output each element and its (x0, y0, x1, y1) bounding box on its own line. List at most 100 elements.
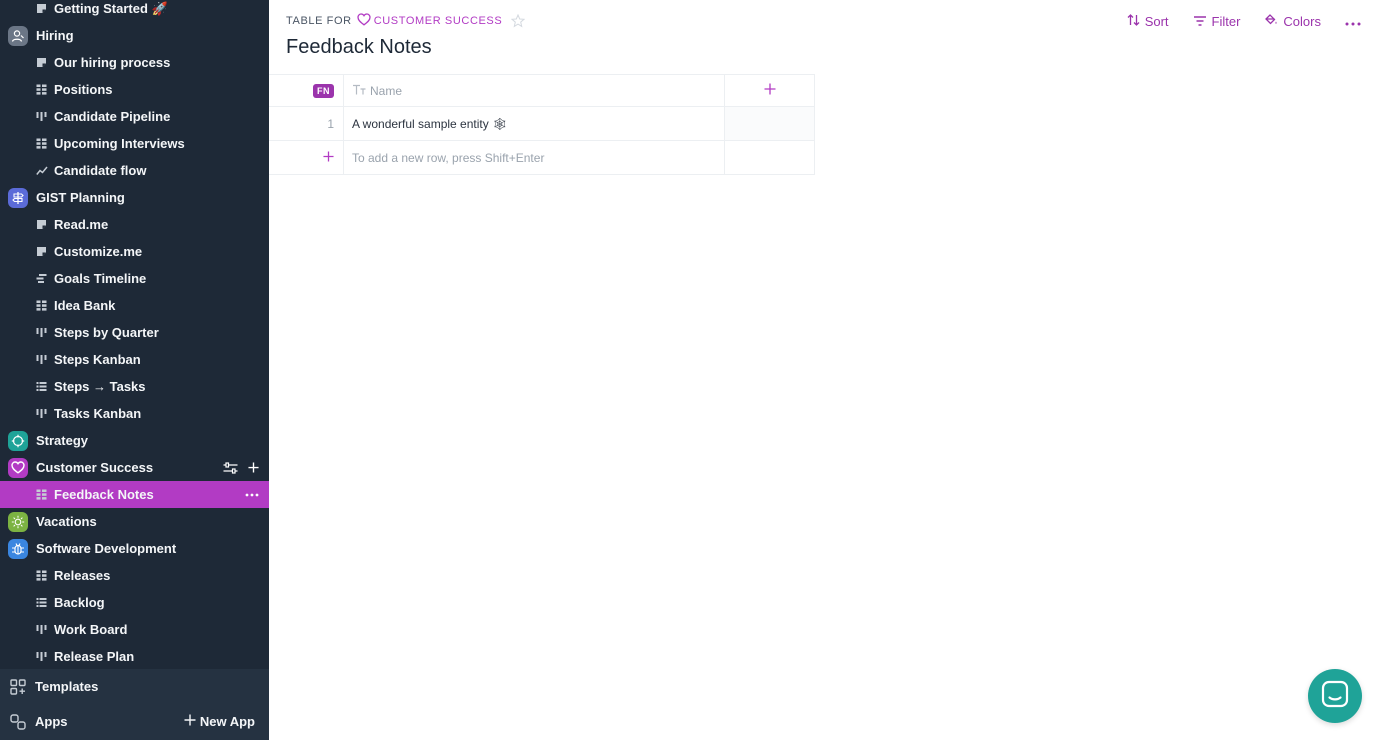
table-header-row: FN Name (269, 74, 815, 107)
sidebar-item-label: Candidate flow (54, 163, 147, 178)
sidebar-item-hiring[interactable]: Hiring (0, 22, 269, 49)
heart-icon (357, 13, 371, 29)
sidebar-item-releases[interactable]: Releases (0, 562, 269, 589)
row-number-header: FN (269, 75, 344, 106)
add-row-button[interactable] (269, 141, 344, 174)
sidebar-item-steps-by-quarter[interactable]: Steps by Quarter (0, 319, 269, 346)
sidebar-item-label: Customer Success (36, 460, 154, 475)
kanban-icon (35, 650, 48, 663)
sidebar-item-candidate-pipeline[interactable]: Candidate Pipeline (0, 103, 269, 130)
filter-label: Filter (1211, 13, 1241, 29)
person-icon (8, 25, 28, 46)
sidebar-item-label: Hiring (36, 28, 74, 43)
kanban-icon (35, 110, 48, 123)
breadcrumb-prefix: TABLE FOR (286, 15, 352, 27)
templates-label: Templates (35, 679, 99, 694)
sidebar-item-tasks-kanban[interactable]: Tasks Kanban (0, 400, 269, 427)
sidebar-item-label: Steps by Quarter (54, 325, 159, 340)
cell-name[interactable]: A wonderful sample entity 🕸 (344, 107, 725, 140)
sidebar-item-goals-timeline[interactable]: Goals Timeline (0, 265, 269, 292)
chat-support-button[interactable] (1308, 669, 1362, 723)
row-number: 1 (269, 107, 344, 140)
table-grid: FN Name 1 A wonderful sample entity 🕸 To… (269, 74, 815, 175)
add-row-extra (725, 141, 815, 174)
sort-label: Sort (1144, 13, 1169, 29)
sidebar-item-customize-me[interactable]: Customize.me (0, 238, 269, 265)
target-icon (8, 430, 28, 451)
apps-label: Apps (35, 714, 68, 729)
sidebar-item-positions[interactable]: Positions (0, 76, 269, 103)
sliders-icon[interactable] (223, 461, 238, 474)
sidebar-item-label: Customize.me (54, 244, 143, 259)
sidebar-item-candidate-flow[interactable]: Candidate flow (0, 157, 269, 184)
table-icon (35, 299, 48, 312)
plus-icon[interactable] (248, 462, 259, 473)
sidebar-item-vacations[interactable]: Vacations (0, 508, 269, 535)
sidebar-nav-list: Getting Started 🚀 Hiring Our hiring proces… (0, 0, 269, 670)
sidebar-item-customer-success[interactable]: Customer Success (0, 454, 269, 481)
table-icon (35, 137, 48, 150)
table-row[interactable]: 1 A wonderful sample entity 🕸 (269, 107, 815, 141)
sort-icon (1127, 13, 1140, 29)
sidebar-item-actions (223, 454, 259, 481)
new-app-label: New App (199, 714, 255, 729)
filter-button[interactable]: Filter (1193, 13, 1241, 29)
sidebar-item-backlog[interactable]: Backlog (0, 589, 269, 616)
toolbar: Sort Filter Colors (1127, 13, 1361, 29)
document-icon (35, 245, 48, 258)
column-header-name[interactable]: Name (344, 75, 725, 106)
sidebar-item-label: Upcoming Interviews (54, 136, 185, 151)
page-title: Feedback Notes (286, 36, 432, 58)
plus-icon (184, 714, 196, 729)
text-type-icon (352, 84, 366, 98)
kanban-icon (35, 326, 48, 339)
sidebar-item-upcoming-interviews[interactable]: Upcoming Interviews (0, 130, 269, 157)
more-icon[interactable] (245, 493, 259, 497)
sidebar-item-work-board[interactable]: Work Board (0, 616, 269, 643)
add-row[interactable]: To add a new row, press Shift+Enter (269, 141, 815, 175)
sidebar-item-label: Getting Started 🚀 (54, 1, 168, 16)
colors-label: Colors (1283, 13, 1321, 29)
sidebar-item-gist-planning[interactable]: GIST Planning (0, 184, 269, 211)
list-icon (35, 596, 48, 609)
colors-button[interactable]: Colors (1264, 13, 1321, 29)
sidebar-item-software-development[interactable]: Software Development (0, 535, 269, 562)
templates-link[interactable]: Templates (0, 669, 269, 704)
add-column-button[interactable] (725, 75, 815, 106)
star-icon[interactable] (511, 14, 526, 28)
table-icon (35, 83, 48, 96)
sidebar-item-label: Backlog (54, 595, 105, 610)
apps-icon (9, 713, 27, 731)
add-row-hint: To add a new row, press Shift+Enter (344, 141, 725, 174)
sidebar-item-strategy[interactable]: Strategy (0, 427, 269, 454)
paint-bucket-icon (1264, 13, 1278, 29)
apps-link[interactable]: Apps New App (0, 704, 269, 739)
breadcrumb-app-link[interactable]: CUSTOMER SUCCESS (374, 15, 503, 27)
sort-button[interactable]: Sort (1127, 14, 1169, 29)
page-header: TABLE FOR CUSTOMER SUCCESS Feedback Note… (269, 0, 1379, 74)
breadcrumb: TABLE FOR CUSTOMER SUCCESS (286, 13, 526, 29)
new-app-button[interactable]: New App (184, 704, 255, 739)
more-options-button[interactable] (1345, 14, 1361, 29)
sidebar-item-steps-tasks[interactable]: Steps → Tasks (0, 373, 269, 400)
sidebar-item-our-hiring-process[interactable]: Our hiring process (0, 49, 269, 76)
sidebar-item-idea-bank[interactable]: Idea Bank (0, 292, 269, 319)
sidebar-item-steps-kanban[interactable]: Steps Kanban (0, 346, 269, 373)
cell-empty (725, 107, 815, 140)
sidebar-item-feedback-notes[interactable]: Feedback Notes (0, 481, 269, 508)
sidebar-item-read-me[interactable]: Read.me (0, 211, 269, 238)
chart-line-icon (35, 164, 48, 177)
sidebar-item-label: Steps → Tasks (54, 379, 146, 394)
sidebar-item-label: Idea Bank (54, 298, 116, 313)
sidebar-item-getting-started[interactable]: Getting Started 🚀 (0, 0, 269, 22)
add-row-hint-text: To add a new row, press Shift+Enter (352, 150, 545, 165)
kanban-icon (35, 623, 48, 636)
sidebar-item-label: Vacations (36, 514, 97, 529)
sidebar-item-label: Positions (54, 82, 113, 97)
sidebar-item-label: Strategy (36, 433, 89, 448)
document-icon (35, 218, 48, 231)
sidebar-item-label: Steps Kanban (54, 352, 141, 367)
kanban-icon (35, 407, 48, 420)
filter-icon (1193, 14, 1207, 29)
sidebar-item-release-plan[interactable]: Release Plan (0, 643, 269, 670)
